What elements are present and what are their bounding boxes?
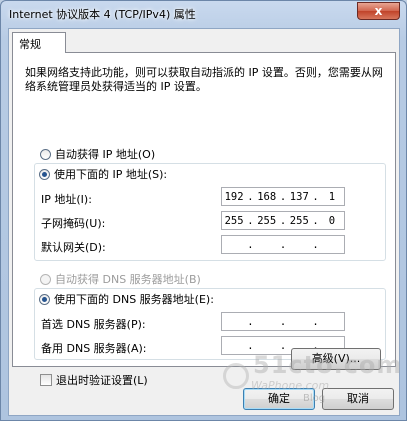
mask-octet: 255 [224, 214, 244, 227]
manual-dns-radio[interactable] [39, 293, 50, 305]
ip-octet: 1 [328, 190, 336, 203]
auto-dns-radio[interactable] [40, 273, 51, 285]
preferred-dns-label: 首选 DNS 服务器(P): [41, 318, 146, 331]
ip-address-group: 使用下面的 IP 地址(S): IP 地址(I): 192. 168. 137.… [34, 163, 386, 261]
ok-button[interactable]: 确定 [243, 388, 315, 410]
auto-ip-radio-row[interactable]: 自动获得 IP 地址(O) [40, 146, 155, 162]
manual-ip-radio[interactable] [39, 168, 50, 180]
auto-ip-radio[interactable] [40, 148, 51, 160]
tab-general-label: 常规 [19, 38, 41, 51]
subnet-mask-input[interactable]: 255. 255. 255. 0 [221, 211, 345, 230]
ip-octet: 168 [257, 190, 277, 203]
ip-address-input[interactable]: 192. 168. 137. 1 [221, 187, 345, 206]
manual-ip-label: 使用下面的 IP 地址(S): [54, 168, 168, 181]
validate-settings-row[interactable]: 退出时验证设置(L) [40, 372, 148, 388]
ip-address-label: IP 地址(I): [41, 193, 92, 206]
default-gateway-input[interactable]: . . . [221, 235, 345, 254]
mask-octet: 255 [289, 214, 309, 227]
close-icon: x [374, 4, 383, 18]
mask-octet: 0 [328, 214, 336, 227]
advanced-button[interactable]: 高级(V)... [291, 348, 381, 370]
dialog-client-area: 常规 如果网络支持此功能，则可以获取自动指派的 IP 设置。否则，您需要从网络系… [8, 28, 400, 416]
manual-dns-label: 使用下面的 DNS 服务器地址(E): [54, 293, 214, 306]
close-button[interactable]: x [357, 2, 400, 20]
ip-octet: 137 [289, 190, 309, 203]
validate-settings-checkbox[interactable] [40, 374, 52, 386]
general-panel: 如果网络支持此功能，则可以获取自动指派的 IP 设置。否则，您需要从网络系统管理… [12, 52, 396, 387]
title-bar[interactable]: Internet 协议版本 4 (TCP/IPv4) 属性 x [1, 1, 406, 27]
preferred-dns-input[interactable]: . . . [221, 312, 345, 331]
auto-ip-label: 自动获得 IP 地址(O) [55, 148, 156, 161]
mask-octet: 255 [257, 214, 277, 227]
ip-octet: 192 [224, 190, 244, 203]
description-text: 如果网络支持此功能，则可以获取自动指派的 IP 设置。否则，您需要从网络系统管理… [25, 66, 383, 93]
subnet-mask-label: 子网掩码(U): [41, 217, 106, 230]
manual-dns-radio-row[interactable]: 使用下面的 DNS 服务器地址(E): [39, 291, 214, 307]
window-title: Internet 协议版本 4 (TCP/IPv4) 属性 [9, 8, 196, 21]
cancel-button[interactable]: 取消 [322, 388, 394, 410]
auto-dns-label: 自动获得 DNS 服务器地址(B) [55, 273, 201, 286]
manual-ip-radio-row[interactable]: 使用下面的 IP 地址(S): [39, 166, 167, 182]
auto-dns-radio-row[interactable]: 自动获得 DNS 服务器地址(B) [40, 271, 201, 287]
validate-settings-label: 退出时验证设置(L) [56, 374, 148, 387]
alternate-dns-label: 备用 DNS 服务器(A): [41, 342, 147, 355]
tab-general[interactable]: 常规 [12, 32, 66, 53]
dialog-window: Internet 协议版本 4 (TCP/IPv4) 属性 x 常规 如果网络支… [0, 0, 407, 421]
default-gateway-label: 默认网关(D): [41, 241, 106, 254]
